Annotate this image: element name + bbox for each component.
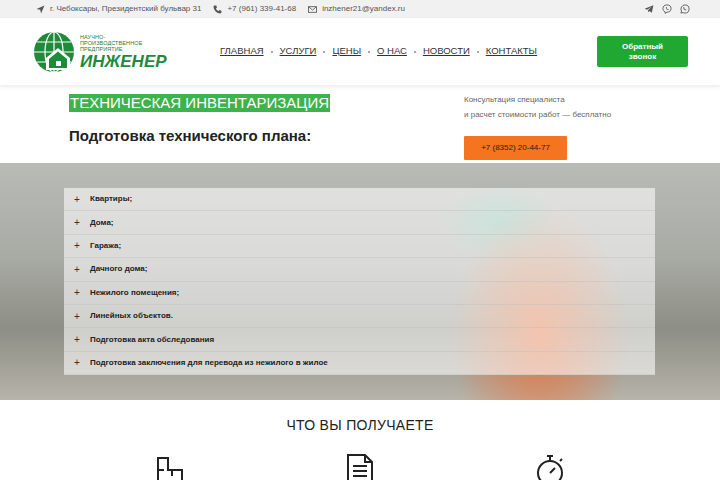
viber-icon[interactable] xyxy=(662,4,672,14)
service-label: Гаража; xyxy=(90,240,121,252)
phone-button[interactable]: +7 (8352) 20-44-77 xyxy=(464,136,567,160)
service-label: Дачного дома; xyxy=(90,263,147,275)
phone-link[interactable]: +7 (961) 339-41-68 xyxy=(227,3,296,15)
benefit-item xyxy=(265,452,455,480)
hero: ТЕХНИЧЕСКАЯ ИНВЕНТАРИЗАЦИЯ Подготовка тех… xyxy=(0,85,720,163)
menu-separator xyxy=(414,51,416,53)
benefit-item xyxy=(455,452,645,480)
logo-text: НАУЧНО-ПРОИЗВОДСТВЕННОЕПРЕДПРИЯТИЕИНЖЕНЕ… xyxy=(80,34,167,70)
services-accordion: +Квартиры;+Дома;+Гаража;+Дачного дома;+Н… xyxy=(64,188,655,375)
main-menu: ГЛАВНАЯ УСЛУГИ ЦЕНЫ О НАС НОВОСТИ КОНТАКТЫ xyxy=(220,44,537,58)
expand-toggle[interactable]: + xyxy=(74,262,90,277)
benefit-icons xyxy=(0,434,720,480)
consult-block: Консультация специалистаи расчет стоимос… xyxy=(464,91,611,163)
menu-item[interactable]: КОНТАКТЫ xyxy=(486,44,537,58)
hero-heading: ТЕХНИЧЕСКАЯ ИНВЕНТАРИЗАЦИЯ Подготовка тех… xyxy=(69,91,464,163)
service-item[interactable]: +Нежилого помещения; xyxy=(64,282,655,305)
site-header: НАУЧНО-ПРОИЗВОДСТВЕННОЕПРЕДПРИЯТИЕИНЖЕНЕ… xyxy=(0,18,720,85)
service-label: Квартиры; xyxy=(90,193,132,205)
section-title: ЧТО ВЫ ПОЛУЧАЕТЕ xyxy=(0,417,720,434)
expand-toggle[interactable]: + xyxy=(74,355,90,370)
page-title: ТЕХНИЧЕСКАЯ ИНВЕНТАРИЗАЦИЯ xyxy=(69,94,330,112)
service-label: Дома; xyxy=(90,217,114,229)
consult-text: и расчет стоимости работ — бесплатно xyxy=(464,107,611,122)
stopwatch-icon xyxy=(532,452,568,480)
logo-caption: ПРЕДПРИЯТИЕ xyxy=(80,46,167,52)
expand-toggle[interactable]: + xyxy=(74,285,90,300)
top-bar: г. Чебоксары, Президентский бульвар 31 +7… xyxy=(0,0,720,18)
service-label: Линейных объектов. xyxy=(90,310,173,322)
expand-toggle[interactable]: + xyxy=(74,215,90,230)
location-icon xyxy=(36,5,45,14)
benefits-section: ЧТО ВЫ ПОЛУЧАЕТЕ xyxy=(0,400,720,480)
service-item[interactable]: +Подготовка заключения для перевода из н… xyxy=(64,352,655,375)
benefit-item xyxy=(75,452,265,480)
service-label: Подготовка акта обследования xyxy=(90,334,214,346)
address-text: г. Чебоксары, Президентский бульвар 31 xyxy=(50,3,201,15)
email-link[interactable]: inzhener21@yandex.ru xyxy=(322,3,405,15)
phone-icon xyxy=(213,5,222,14)
service-label: Подготовка заключения для перевода из не… xyxy=(90,357,328,369)
service-item[interactable]: +Дома; xyxy=(64,211,655,234)
menu-separator xyxy=(477,51,479,53)
menu-separator xyxy=(271,51,273,53)
social-links xyxy=(636,4,690,14)
photo-background: +Квартиры;+Дома;+Гаража;+Дачного дома;+Н… xyxy=(0,163,720,400)
logo-caption: ПРОИЗВОДСТВЕННОЕ xyxy=(80,40,167,46)
service-item[interactable]: +Гаража; xyxy=(64,235,655,258)
consult-text: Консультация специалиста xyxy=(464,92,611,107)
service-item[interactable]: +Линейных объектов. xyxy=(64,305,655,328)
mail-icon xyxy=(308,5,317,14)
logo-name: ИНЖЕНЕР xyxy=(80,53,167,70)
document-icon xyxy=(342,452,378,480)
expand-toggle[interactable]: + xyxy=(74,332,90,347)
service-label: Нежилого помещения; xyxy=(90,287,179,299)
expand-toggle[interactable]: + xyxy=(74,309,90,324)
page-subtitle: Подготовка технического плана: xyxy=(69,127,464,145)
menu-item[interactable]: ЦЕНЫ xyxy=(332,44,361,58)
logo[interactable]: НАУЧНО-ПРОИЗВОДСТВЕННОЕПРЕДПРИЯТИЕИНЖЕНЕ… xyxy=(33,31,220,73)
menu-item[interactable]: НОВОСТИ xyxy=(423,44,470,58)
service-item[interactable]: +Подготовка акта обследования xyxy=(64,328,655,351)
floor-plan-icon xyxy=(152,452,188,480)
menu-item[interactable]: УСЛУГИ xyxy=(280,44,317,58)
telegram-icon[interactable] xyxy=(644,4,654,14)
service-item[interactable]: +Квартиры; xyxy=(64,188,655,211)
logo-caption: НАУЧНО- xyxy=(80,34,167,40)
menu-separator xyxy=(368,51,370,53)
menu-separator xyxy=(323,51,325,53)
whatsapp-icon[interactable] xyxy=(680,4,690,14)
callback-button[interactable]: Обратный звонок xyxy=(597,36,688,67)
menu-item[interactable]: ГЛАВНАЯ xyxy=(220,44,264,58)
expand-toggle[interactable]: + xyxy=(74,238,90,253)
globe-house-icon xyxy=(33,31,75,73)
menu-item[interactable]: О НАС xyxy=(377,44,407,58)
expand-toggle[interactable]: + xyxy=(74,192,90,207)
service-item[interactable]: +Дачного дома; xyxy=(64,258,655,281)
